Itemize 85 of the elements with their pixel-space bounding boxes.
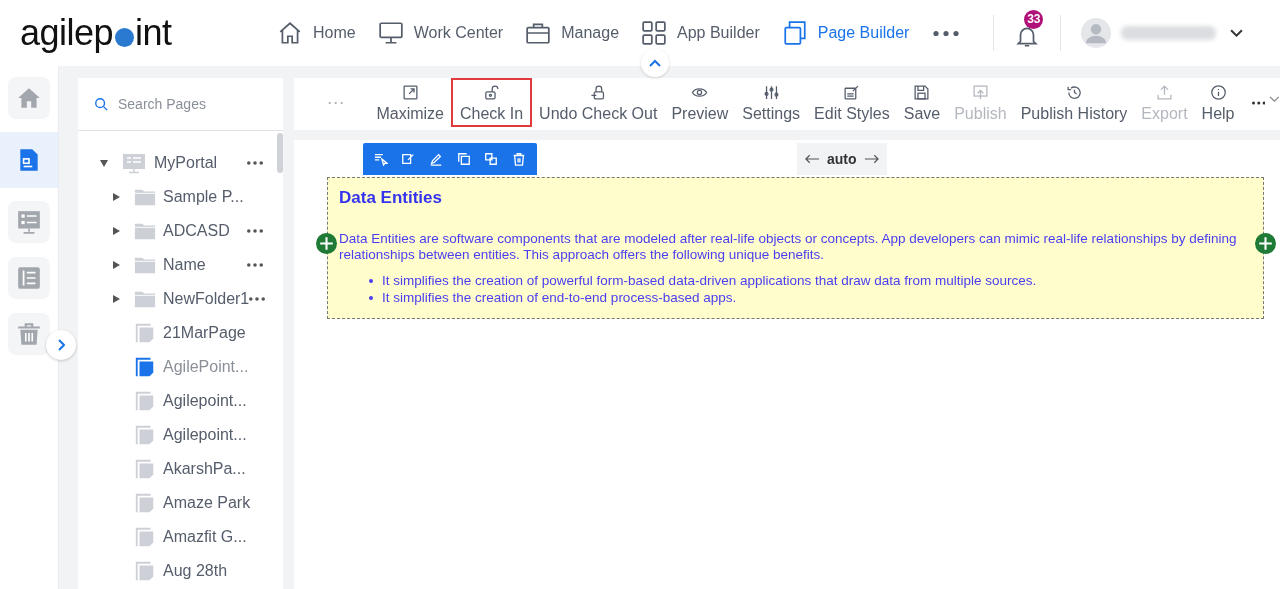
arrow-left-icon[interactable] bbox=[805, 154, 820, 164]
block-title: Data Entities bbox=[339, 188, 443, 208]
triangle-icon[interactable] bbox=[99, 158, 109, 168]
monitor-icon bbox=[377, 20, 404, 46]
bullet-icon bbox=[369, 295, 373, 300]
style-icon bbox=[843, 84, 861, 101]
portal-icon bbox=[16, 209, 42, 235]
nav-link[interactable]: Page Builder bbox=[781, 20, 910, 46]
tree-item[interactable]: Sample P... bbox=[78, 180, 273, 214]
tree-item[interactable]: Agilepoint... bbox=[78, 384, 273, 418]
bullet-item: It simplifies the creation of end-to-end process-based apps. bbox=[382, 289, 737, 306]
agilepoint-logo: agilep int bbox=[20, 12, 173, 54]
tree-item[interactable]: ADCASD bbox=[78, 214, 273, 248]
toolbar-button[interactable]: Help bbox=[1194, 80, 1242, 127]
copy-icon[interactable] bbox=[456, 152, 471, 166]
portal-icon bbox=[122, 151, 146, 175]
tree-item[interactable]: Agilepoint... bbox=[78, 418, 273, 452]
unlock-icon bbox=[483, 84, 501, 101]
scrollbar[interactable] bbox=[277, 133, 283, 173]
upload-icon bbox=[1156, 84, 1173, 101]
chevron-up-icon bbox=[649, 59, 661, 67]
collapse-header-button[interactable] bbox=[641, 49, 669, 77]
add-icon[interactable] bbox=[316, 233, 337, 254]
expand-panel-button[interactable] bbox=[46, 330, 76, 360]
nav-link[interactable]: Work Center bbox=[377, 20, 504, 46]
more-icon[interactable] bbox=[249, 297, 266, 301]
history-icon bbox=[1065, 84, 1083, 101]
toolbar-button[interactable]: Maximize bbox=[369, 80, 451, 127]
toolbar-button[interactable]: Save bbox=[896, 80, 948, 127]
chevron-down-icon[interactable] bbox=[1230, 28, 1244, 38]
publish-icon bbox=[971, 84, 989, 101]
tree-item[interactable]: 21MarPage bbox=[78, 316, 273, 350]
tree-item[interactable]: Amaze Park bbox=[78, 486, 273, 520]
toolbar-button[interactable]: Preview bbox=[664, 80, 736, 127]
info-icon bbox=[1209, 84, 1227, 101]
more-icon[interactable] bbox=[247, 263, 263, 267]
arrow-right-icon[interactable] bbox=[863, 154, 879, 164]
triangle-icon[interactable] bbox=[111, 260, 121, 270]
more-icon[interactable] bbox=[247, 229, 263, 233]
tree-item[interactable]: NewFolder1 bbox=[78, 282, 273, 316]
select-icon[interactable] bbox=[373, 152, 388, 166]
toolbar-button[interactable]: Check In bbox=[450, 78, 533, 127]
house-icon bbox=[277, 20, 303, 46]
sliders-icon bbox=[762, 84, 780, 101]
toolbar-button[interactable]: Publish History bbox=[1013, 80, 1135, 127]
pages-icon bbox=[781, 20, 808, 46]
nav-link[interactable]: Manage bbox=[525, 20, 620, 46]
layers-icon[interactable] bbox=[484, 152, 499, 166]
triangle-icon[interactable] bbox=[111, 294, 121, 304]
search-input[interactable]: Search Pages bbox=[116, 95, 270, 113]
width-control[interactable]: auto bbox=[797, 143, 887, 175]
toolbar-button[interactable]: Undo Check Out bbox=[532, 80, 665, 127]
notification-count: 33 bbox=[1024, 10, 1044, 29]
content-block[interactable] bbox=[327, 177, 1264, 319]
list-icon bbox=[16, 265, 42, 291]
nav-link[interactable]: App Builder bbox=[641, 20, 760, 46]
save-icon bbox=[913, 84, 931, 101]
grid-icon bbox=[641, 20, 668, 46]
maximize-icon bbox=[401, 84, 419, 101]
block-paragraph: Data Entities are software components that are modeled after real-life objects or concepts. App developers can mimic real-life relationships by defining relationships between entities. This approach offers the following unique benefits. bbox=[339, 231, 1238, 263]
tree-item[interactable]: Amazfit G... bbox=[78, 520, 273, 554]
search-icon bbox=[94, 97, 108, 111]
tree-item[interactable]: MyPortal bbox=[78, 146, 273, 180]
more-icon[interactable] bbox=[933, 29, 960, 37]
bullet-icon bbox=[369, 278, 373, 283]
triangle-icon[interactable] bbox=[111, 226, 121, 236]
more-icon[interactable] bbox=[1251, 101, 1266, 105]
toolbar-button[interactable]: Edit Styles bbox=[807, 80, 897, 127]
toolbar-button[interactable]: Settings bbox=[735, 80, 808, 127]
trash-icon bbox=[16, 321, 42, 347]
lock-icon bbox=[589, 84, 607, 101]
tree-item[interactable]: Aug 28th bbox=[78, 554, 273, 588]
tree-item[interactable]: Name bbox=[78, 248, 273, 282]
tree-item[interactable]: AkarshPa... bbox=[78, 452, 273, 486]
nav-link[interactable]: Home bbox=[277, 20, 356, 46]
edit-icon[interactable] bbox=[401, 152, 416, 166]
search-field[interactable]: Search Pages bbox=[78, 78, 283, 131]
more-icon[interactable] bbox=[247, 161, 263, 165]
triangle-icon[interactable] bbox=[111, 192, 121, 202]
add-icon[interactable] bbox=[1255, 233, 1276, 254]
chevron-right-icon bbox=[57, 339, 65, 351]
pencil-icon[interactable] bbox=[429, 152, 444, 166]
bullet-item: It simplifies the creation of powerful form-based data-driven applications that draw data from multiple sources. bbox=[382, 272, 1037, 289]
trash-icon[interactable] bbox=[512, 152, 527, 166]
briefcase-icon bbox=[525, 20, 552, 46]
